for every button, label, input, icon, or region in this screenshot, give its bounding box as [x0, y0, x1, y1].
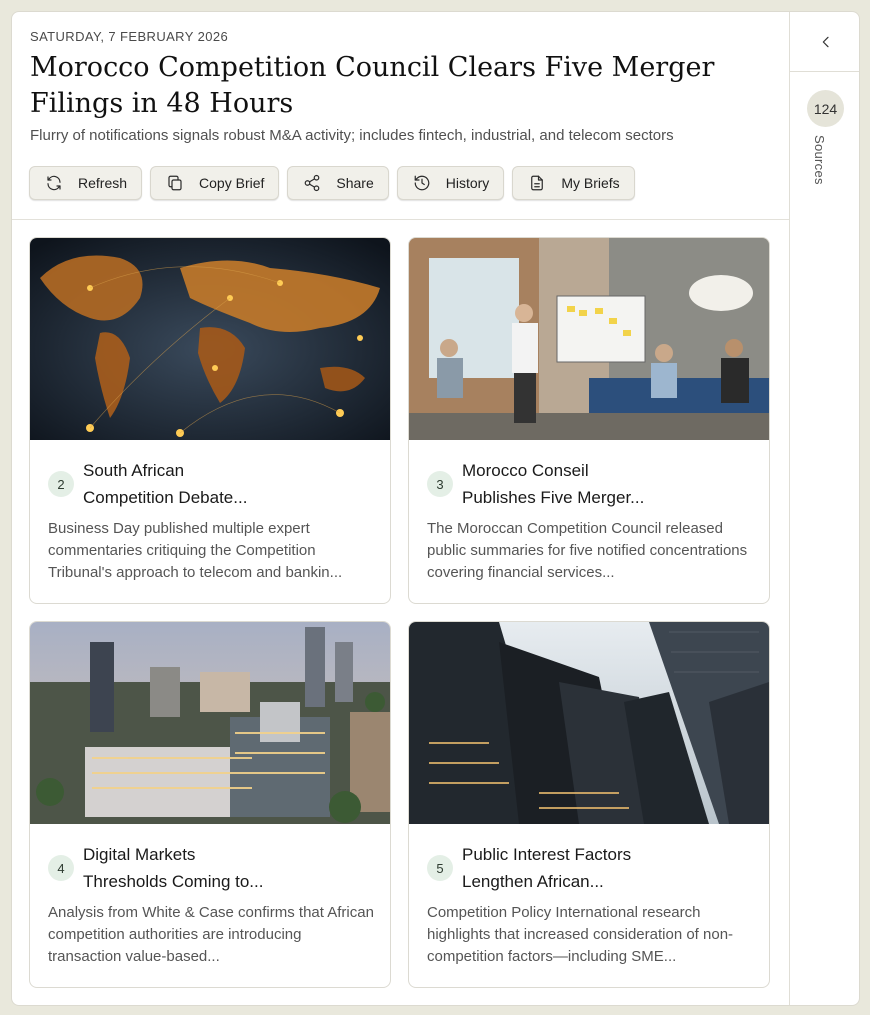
story-number-badge: 2	[48, 471, 74, 497]
sources-panel: 124 Sources	[789, 12, 859, 1005]
sources-count-badge[interactable]: 124	[807, 90, 844, 127]
my-briefs-label: My Briefs	[561, 175, 620, 191]
share-icon	[305, 174, 320, 192]
story-card[interactable]: 4 Digital Markets Thresholds Coming to..…	[29, 621, 391, 988]
story-description: Analysis from White & Case confirms that…	[48, 904, 374, 965]
story-title: Morocco Conseil Publishes Five Merger...	[462, 457, 702, 511]
skyscrapers-image	[409, 622, 769, 824]
story-title: Public Interest Factors Lengthen African…	[462, 841, 702, 895]
refresh-button[interactable]: Refresh	[29, 166, 143, 200]
document-icon	[531, 175, 544, 191]
story-card[interactable]: 3 Morocco Conseil Publishes Five Merger.…	[408, 237, 770, 604]
story-title-line: South African	[83, 461, 185, 480]
refresh-icon	[47, 175, 61, 191]
copy-icon	[168, 175, 182, 191]
brief-header: SATURDAY, 7 FEBRUARY 2026 Morocco Compet…	[12, 12, 789, 220]
story-card[interactable]: 5 Public Interest Factors Lengthen Afric…	[408, 621, 770, 988]
story-number-badge: 5	[427, 855, 453, 881]
share-button[interactable]: Share	[287, 166, 389, 200]
story-title-line: Publishes Five Merger...	[462, 488, 645, 507]
story-title-line: Public Interest Factors	[462, 845, 632, 864]
history-button[interactable]: History	[396, 166, 505, 200]
story-title-line: Competition Debate...	[83, 488, 248, 507]
share-label: Share	[336, 175, 374, 191]
collapse-panel-button[interactable]	[790, 12, 859, 72]
copy-brief-button[interactable]: Copy Brief	[150, 166, 280, 200]
toolbar: Refresh Copy Brief Share History My Brie…	[29, 166, 635, 200]
history-label: History	[445, 175, 490, 191]
story-description: Competition Policy International researc…	[427, 904, 734, 965]
story-description: The Moroccan Competition Council release…	[427, 520, 748, 581]
page-subtitle: Flurry of notifications signals robust M…	[30, 127, 674, 144]
refresh-label: Refresh	[78, 175, 128, 191]
city-skyline-image	[30, 622, 390, 824]
brief-main: SATURDAY, 7 FEBRUARY 2026 Morocco Compet…	[12, 12, 789, 1005]
story-card[interactable]: 2 South African Competition Debate... Bu…	[29, 237, 391, 604]
chevron-left-icon	[822, 36, 829, 47]
story-title-line: Digital Markets	[83, 845, 196, 864]
story-title-line: Thresholds Coming to...	[83, 872, 264, 891]
story-title-line: Morocco Conseil	[462, 461, 589, 480]
office-meeting-image	[409, 238, 769, 440]
page-title: Morocco Competition Council Clears Five …	[30, 52, 715, 119]
story-description: Business Day published multiple expert c…	[48, 520, 343, 581]
brief-window: SATURDAY, 7 FEBRUARY 2026 Morocco Compet…	[11, 11, 860, 1006]
sources-label[interactable]: Sources	[812, 135, 827, 185]
history-icon	[414, 175, 430, 191]
my-briefs-button[interactable]: My Briefs	[512, 166, 635, 200]
story-number-badge: 4	[48, 855, 74, 881]
story-title: Digital Markets Thresholds Coming to...	[83, 841, 323, 895]
brief-date: SATURDAY, 7 FEBRUARY 2026	[30, 29, 229, 44]
story-title: South African Competition Debate...	[83, 457, 323, 511]
copy-brief-label: Copy Brief	[199, 175, 265, 191]
world-map-lights-image	[30, 238, 390, 440]
story-number-badge: 3	[427, 471, 453, 497]
story-title-line: Lengthen African...	[462, 872, 604, 891]
